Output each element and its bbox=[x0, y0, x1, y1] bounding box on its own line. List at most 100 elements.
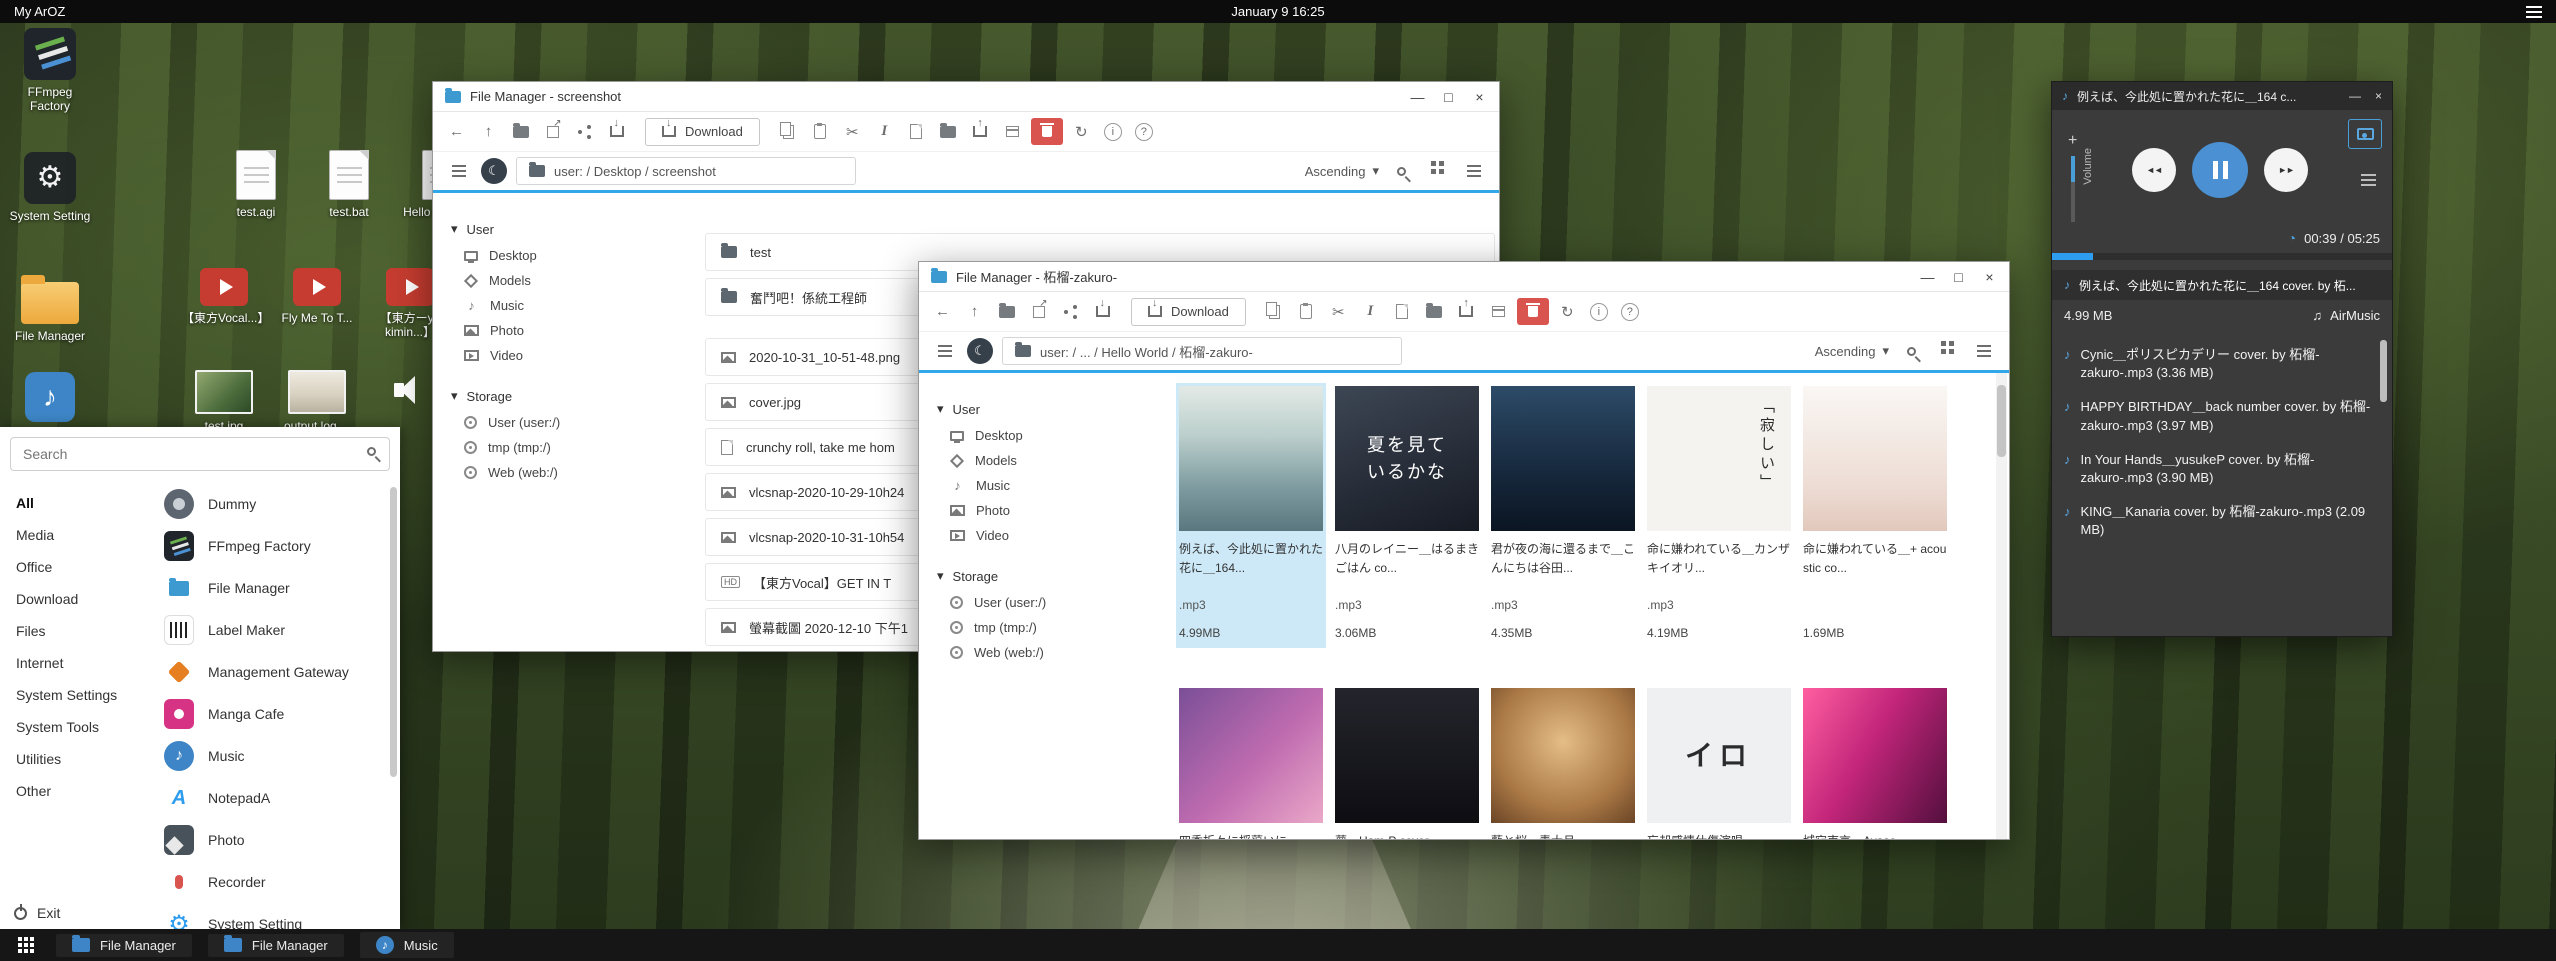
app-item-management-gateway[interactable]: Management Gateway bbox=[152, 651, 400, 693]
save-to-icon[interactable] bbox=[603, 118, 630, 145]
sidebar-section-storage[interactable]: ▾ Storage bbox=[937, 562, 1162, 590]
refresh-icon[interactable]: ↻ bbox=[1068, 118, 1095, 145]
new-folder-icon[interactable] bbox=[1421, 298, 1448, 325]
sidebar-item-photo[interactable]: Photo bbox=[451, 318, 676, 343]
desktop-file-test-bat[interactable]: test.bat bbox=[305, 150, 393, 219]
taskbar-item-file-manager-2[interactable]: File Manager bbox=[208, 934, 344, 957]
app-item-notepada[interactable]: ANotepadA bbox=[152, 777, 400, 819]
sidebar-item-video[interactable]: Video bbox=[451, 343, 676, 368]
help-icon[interactable]: ? bbox=[1621, 303, 1639, 321]
desktop-video-2[interactable]: Fly Me To T... bbox=[273, 268, 361, 325]
open-external-icon[interactable] bbox=[539, 118, 566, 145]
sidebar-item-music[interactable]: ♪Music bbox=[451, 293, 676, 318]
search-input[interactable] bbox=[10, 437, 390, 471]
desktop-image-test-jpg[interactable]: test.jpg bbox=[180, 370, 268, 433]
music-tile[interactable]: 夢＿Ham-P cover... bbox=[1332, 685, 1482, 839]
sidebar-item-desktop[interactable]: Desktop bbox=[451, 243, 676, 268]
download-button[interactable]: Download bbox=[645, 118, 760, 146]
sidebar-item-user-drive[interactable]: User (user:/) bbox=[937, 590, 1162, 615]
help-icon[interactable]: ? bbox=[1135, 123, 1153, 141]
archive-icon[interactable] bbox=[1485, 298, 1512, 325]
music-tile[interactable]: 夏を見て いるかな 八月のレイニー＿はるまきごはん co... .mp3 3.0… bbox=[1332, 383, 1482, 648]
search-icon[interactable] bbox=[1388, 158, 1415, 185]
app-launcher-icon[interactable] bbox=[18, 937, 22, 941]
upload-icon[interactable] bbox=[1453, 298, 1480, 325]
sidebar-item-web-drive[interactable]: Web (web:/) bbox=[451, 460, 676, 485]
scrollbar-thumb[interactable] bbox=[1997, 385, 2006, 457]
maximize-button[interactable]: □ bbox=[1441, 89, 1456, 105]
taskbar-item-music[interactable]: ♪ Music bbox=[360, 932, 454, 958]
next-track-button[interactable]: ►► bbox=[2264, 148, 2308, 192]
sidebar-item-models[interactable]: Models bbox=[937, 448, 1162, 473]
volume-up-button[interactable]: + bbox=[2068, 132, 2077, 150]
playlist-item[interactable]: ♪Cynic＿ポリスピカデリー cover. by 柘榴-zakuro-.mp3… bbox=[2064, 338, 2372, 390]
back-icon[interactable]: ← bbox=[443, 118, 470, 145]
rename-icon[interactable]: I bbox=[871, 118, 898, 145]
sort-dropdown[interactable]: Ascending ▾ bbox=[1305, 163, 1379, 179]
save-to-icon[interactable] bbox=[1089, 298, 1116, 325]
volume-slider[interactable] bbox=[2071, 156, 2075, 222]
grid-view-icon[interactable] bbox=[1424, 158, 1451, 185]
category-utilities[interactable]: Utilities bbox=[0, 743, 152, 775]
info-icon[interactable]: i bbox=[1590, 303, 1608, 321]
app-item-file-manager[interactable]: File Manager bbox=[152, 567, 400, 609]
trash-icon[interactable] bbox=[1517, 298, 1549, 325]
path-breadcrumb[interactable]: user: / ... / Hello World / 柘榴-zakuro- bbox=[1002, 337, 1402, 365]
close-button[interactable]: × bbox=[1472, 89, 1487, 105]
music-tile[interactable]: 命に嫌われている＿+ acoustic co... 1.69MB bbox=[1800, 383, 1950, 648]
new-file-icon[interactable] bbox=[903, 118, 930, 145]
copy-icon[interactable] bbox=[775, 118, 802, 145]
sidebar-item-web-drive[interactable]: Web (web:/) bbox=[937, 640, 1162, 665]
paste-icon[interactable] bbox=[1293, 298, 1320, 325]
menu-scrollbar[interactable] bbox=[390, 487, 397, 777]
category-files[interactable]: Files bbox=[0, 615, 152, 647]
cast-button[interactable] bbox=[2348, 119, 2382, 149]
new-folder-icon[interactable] bbox=[935, 118, 962, 145]
desktop-icon-ffmpeg-factory[interactable]: FFmpeg Factory bbox=[6, 28, 94, 114]
close-button[interactable]: × bbox=[2375, 89, 2382, 103]
download-button[interactable]: Download bbox=[1131, 298, 1246, 326]
music-tile-selected[interactable]: 例えば、今此処に置かれた花に＿164... .mp3 4.99MB bbox=[1176, 383, 1326, 648]
playlist-item[interactable]: ♪In Your Hands＿yusukeP cover. by 柘榴-zaku… bbox=[2064, 443, 2372, 495]
cut-icon[interactable]: ✂ bbox=[839, 118, 866, 145]
seek-bar[interactable] bbox=[2052, 253, 2392, 260]
copy-icon[interactable] bbox=[1261, 298, 1288, 325]
sidebar-toggle-icon[interactable] bbox=[445, 158, 472, 185]
player-titlebar[interactable]: ♪ 例えば、今此処に置かれた花に＿164 c... — × bbox=[2052, 82, 2392, 110]
app-item-label-maker[interactable]: Label Maker bbox=[152, 609, 400, 651]
pause-button[interactable] bbox=[2192, 142, 2248, 198]
window-titlebar[interactable]: File Manager - 柘榴-zakuro- — □ × bbox=[919, 262, 2009, 292]
category-other[interactable]: Other bbox=[0, 775, 152, 807]
music-tile[interactable]: 「寂しい」 命に嫌われている＿カンザキイオリ... .mp3 4.19MB bbox=[1644, 383, 1794, 648]
trash-icon[interactable] bbox=[1031, 118, 1063, 145]
playlist-scrollbar[interactable] bbox=[2380, 340, 2387, 402]
playlist-item[interactable]: ♪HAPPY BIRTHDAY＿back number cover. by 柘榴… bbox=[2064, 390, 2372, 442]
search-icon[interactable] bbox=[1898, 338, 1925, 365]
sidebar-section-user[interactable]: ▾ User bbox=[937, 395, 1162, 423]
category-system-settings[interactable]: System Settings bbox=[0, 679, 152, 711]
sidebar-item-desktop[interactable]: Desktop bbox=[937, 423, 1162, 448]
desktop-image-output-log[interactable]: output.log ... bbox=[273, 370, 361, 433]
playlist-item[interactable]: ♪KING＿Kanaria cover. by 柘榴-zakuro-.mp3 (… bbox=[2064, 495, 2372, 547]
paste-icon[interactable] bbox=[807, 118, 834, 145]
share-icon[interactable] bbox=[571, 118, 598, 145]
playlist-toggle-button[interactable] bbox=[2361, 174, 2376, 186]
new-file-icon[interactable] bbox=[1389, 298, 1416, 325]
sort-dropdown[interactable]: Ascending ▾ bbox=[1815, 343, 1889, 359]
music-tile[interactable]: 城宛東京＿Avaso... bbox=[1800, 685, 1950, 839]
dark-mode-toggle[interactable]: ☾ bbox=[967, 338, 993, 364]
app-item-photo[interactable]: Photo bbox=[152, 819, 400, 861]
archive-icon[interactable] bbox=[999, 118, 1026, 145]
sidebar-item-tmp-drive[interactable]: tmp (tmp:/) bbox=[451, 435, 676, 460]
share-icon[interactable] bbox=[1057, 298, 1084, 325]
cut-icon[interactable]: ✂ bbox=[1325, 298, 1352, 325]
sidebar-item-tmp-drive[interactable]: tmp (tmp:/) bbox=[937, 615, 1162, 640]
open-icon[interactable] bbox=[993, 298, 1020, 325]
app-item-music[interactable]: ♪Music bbox=[152, 735, 400, 777]
sidebar-section-storage[interactable]: ▾ Storage bbox=[451, 382, 676, 410]
sidebar-item-user-drive[interactable]: User (user:/) bbox=[451, 410, 676, 435]
sidebar-item-video[interactable]: Video bbox=[937, 523, 1162, 548]
back-icon[interactable]: ← bbox=[929, 298, 956, 325]
taskbar-item-file-manager-1[interactable]: File Manager bbox=[56, 934, 192, 957]
up-icon[interactable]: ↑ bbox=[961, 298, 988, 325]
